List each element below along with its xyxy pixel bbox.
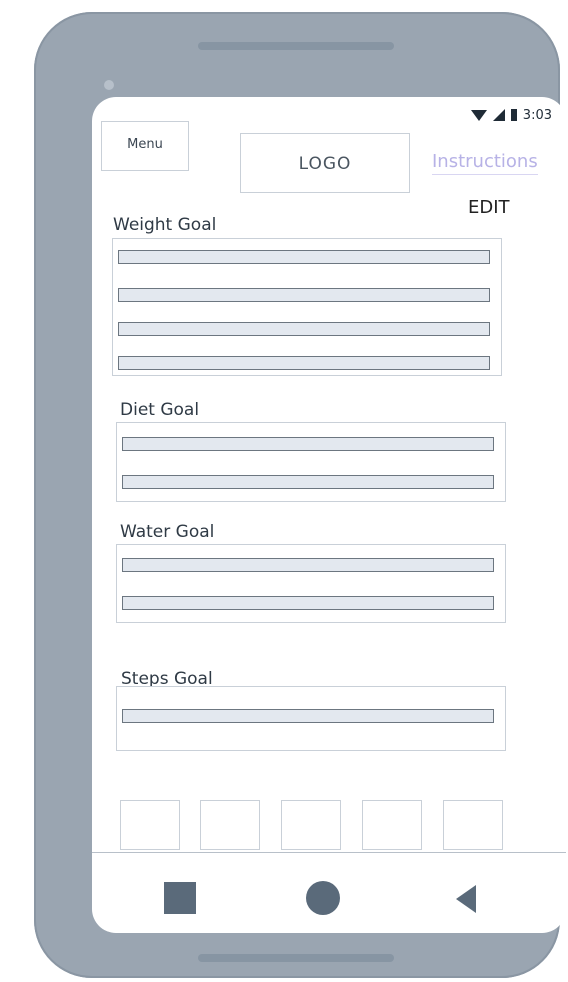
weight-goal-field-4[interactable]: [118, 356, 490, 370]
bottom-tile-3[interactable]: [281, 800, 341, 850]
bottom-tile-2[interactable]: [200, 800, 260, 850]
screen: 3:03 Menu LOGO Instructions EDIT Weight …: [92, 97, 566, 933]
signal-icon: [492, 109, 505, 121]
circle-icon[interactable]: [306, 881, 340, 915]
water-goal-field-2[interactable]: [122, 596, 494, 610]
phone-bottom-bar: [198, 954, 394, 962]
bottom-tile-5[interactable]: [443, 800, 503, 850]
menu-button[interactable]: Menu: [101, 121, 189, 171]
speaker-grille: [198, 42, 394, 50]
bottom-tile-1[interactable]: [120, 800, 180, 850]
weight-goal-label: Weight Goal: [113, 215, 217, 235]
status-bar: 3:03: [470, 105, 552, 125]
phone-frame: 3:03 Menu LOGO Instructions EDIT Weight …: [34, 12, 566, 978]
weight-goal-field-2[interactable]: [118, 288, 490, 302]
water-goal-field-1[interactable]: [122, 558, 494, 572]
bottom-tile-4[interactable]: [362, 800, 422, 850]
diet-goal-field-1[interactable]: [122, 437, 494, 451]
logo: LOGO: [240, 133, 410, 193]
battery-icon: [510, 109, 517, 121]
steps-goal-field-1[interactable]: [122, 709, 494, 723]
navbar-divider: [92, 852, 566, 853]
weight-goal-field-3[interactable]: [118, 322, 490, 336]
edit-button[interactable]: EDIT: [468, 197, 510, 218]
steps-goal-box: [116, 686, 506, 751]
water-goal-box: [116, 544, 506, 623]
instructions-link[interactable]: Instructions: [432, 151, 538, 175]
weight-goal-field-1[interactable]: [118, 250, 490, 264]
square-icon[interactable]: [164, 882, 196, 914]
water-goal-label: Water Goal: [120, 522, 215, 542]
back-triangle-icon[interactable]: [456, 885, 476, 913]
status-time: 3:03: [522, 107, 552, 123]
diet-goal-label: Diet Goal: [120, 400, 200, 420]
front-camera: [104, 80, 114, 90]
diet-goal-box: [116, 422, 506, 502]
wifi-icon: [470, 109, 487, 121]
diet-goal-field-2[interactable]: [122, 475, 494, 489]
weight-goal-box: [112, 238, 502, 376]
